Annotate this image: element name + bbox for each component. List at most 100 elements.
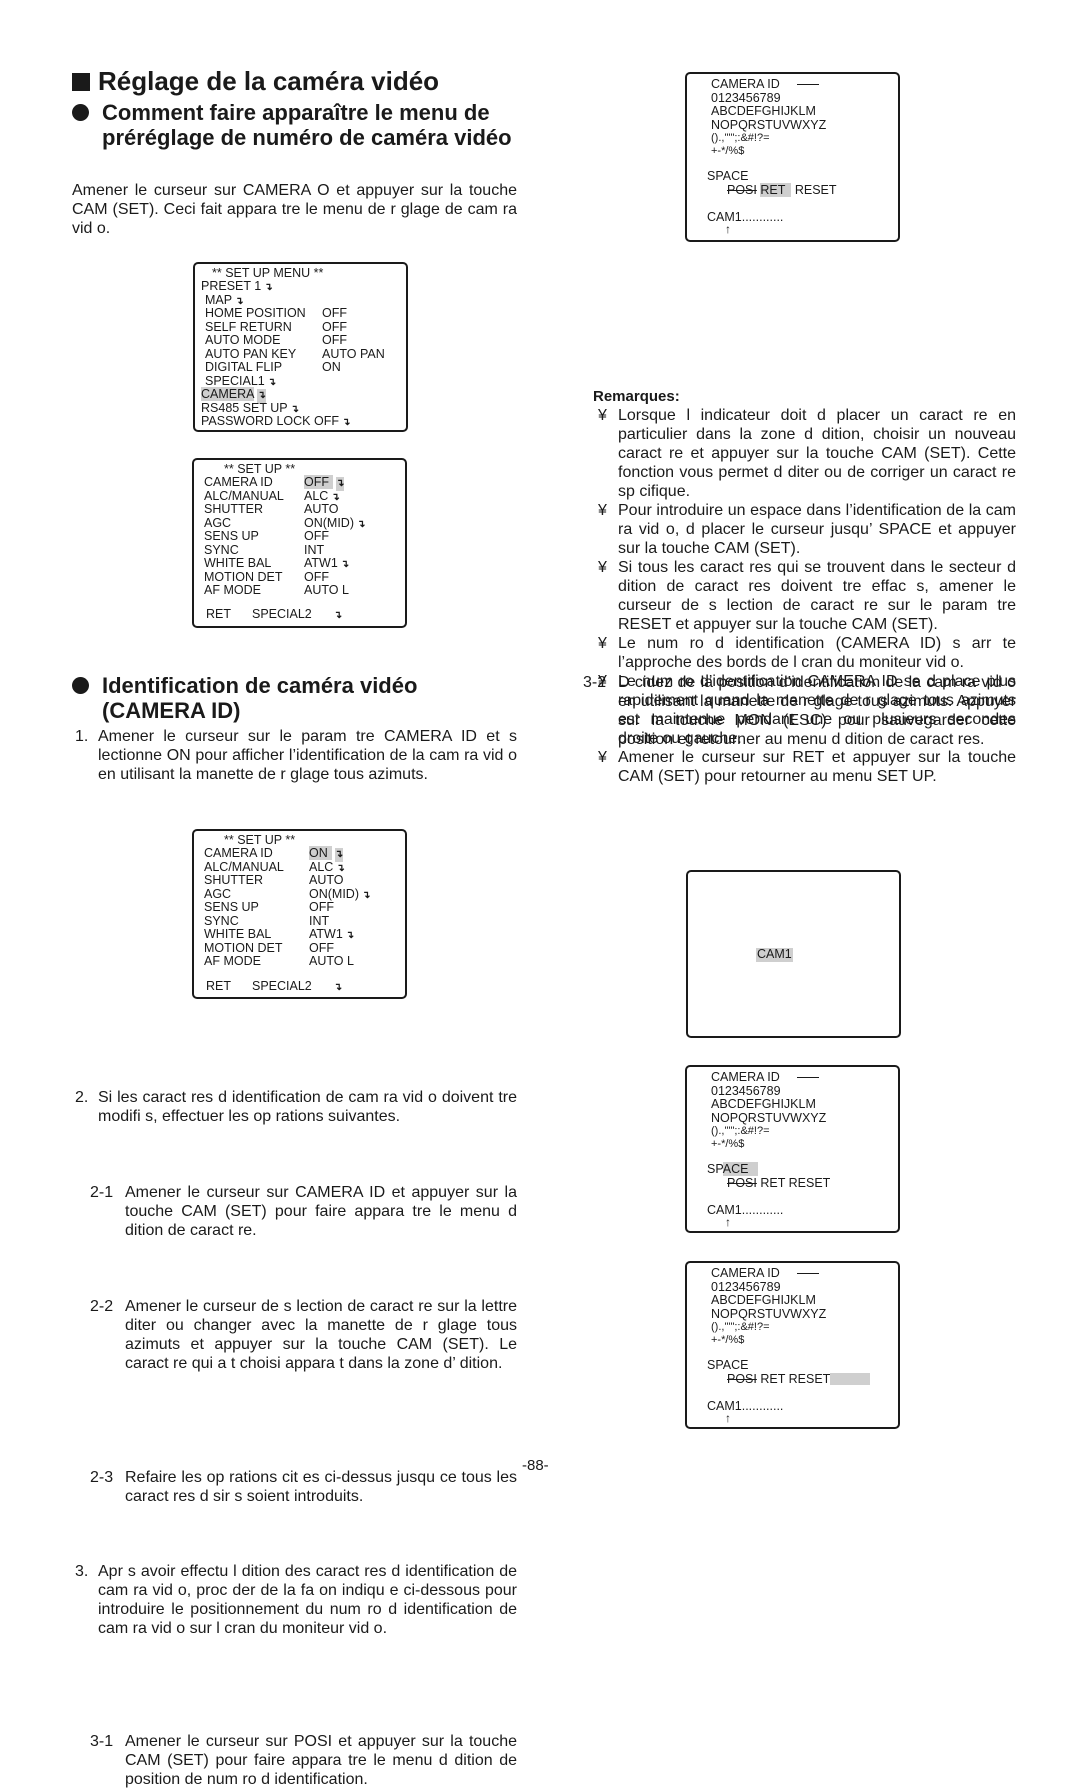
menu-item-label: SENS UP: [204, 900, 259, 914]
menu-item[interactable]: HOME POSITION: [205, 306, 306, 321]
character-row[interactable]: NOPQRSTUVWXYZ: [711, 1111, 826, 1126]
menu-item[interactable]: CAMERA ID: [204, 475, 273, 490]
reset-option[interactable]: RESET: [789, 1372, 831, 1386]
character-row[interactable]: ABCDEFGHIJKLM: [711, 1294, 816, 1308]
menu-item-value-text: ALC: [309, 859, 334, 874]
menu-item-value-text: ATW1: [309, 927, 343, 941]
submenu-arrow-icon: ↴: [345, 930, 355, 941]
step-2-3: 2-3 Refaire les op rations cit es ci-des…: [90, 1468, 517, 1506]
reset-option[interactable]: RESET: [789, 1176, 831, 1190]
menu-item[interactable]: AUTO MODE: [205, 333, 280, 348]
space-option[interactable]: SPACE: [707, 1358, 748, 1373]
character-row[interactable]: ().,'"";:&#!?=: [711, 132, 770, 146]
menu-item-label: AGC: [204, 886, 232, 901]
page-title: Réglage de la caméra vidéo: [72, 66, 439, 96]
menu-item-value: OFF: [309, 941, 334, 956]
menu-item-value-text: OFF: [304, 529, 329, 543]
remarks-list: ¥ Lorsque l indicateur doit d placer un c…: [598, 406, 1016, 786]
step-number: 3.: [75, 1563, 89, 1580]
menu-item-value: OFF: [322, 319, 347, 335]
character-row[interactable]: ABCDEFGHIJKLM: [711, 105, 816, 119]
menu-item[interactable]: CAMERA ID: [204, 846, 273, 861]
step-number: 1.: [75, 728, 89, 745]
menu-item[interactable]: AF MODE: [204, 954, 261, 969]
menu-item-label: PRESET 1: [201, 279, 262, 293]
step-text: Amener le curseur de s lection de caract…: [125, 1298, 517, 1372]
menu-item-value: OFF: [304, 529, 329, 544]
menu-item[interactable]: AGC: [204, 516, 231, 531]
menu-item-label: CAMERA ID: [204, 475, 273, 489]
menu-item[interactable]: ALC/MANUAL: [204, 859, 284, 875]
remark-bullet-icon: ¥: [598, 502, 607, 519]
menu-item[interactable]: SHUTTER: [204, 502, 264, 517]
menu-item-label: ALC/MANUAL: [204, 859, 284, 874]
menu-item-value-text: ON(MID): [309, 886, 359, 901]
menu-item[interactable]: WHITE BAL: [204, 927, 271, 942]
space-option[interactable]: SPACE: [707, 1162, 759, 1177]
character-row[interactable]: ().,'"";:&#!?=: [711, 1125, 770, 1139]
menu-item-label: SHUTTER: [204, 873, 264, 887]
menu-item-value-text: ON: [309, 846, 332, 860]
menu-item-label: SHUTTER: [204, 502, 264, 516]
menu-item[interactable]: MOTION DET: [204, 941, 282, 956]
character-row[interactable]: NOPQRSTUVWXYZ: [711, 118, 826, 133]
menu-item[interactable]: AGC: [204, 886, 232, 902]
step-text: Amener le curseur sur POSI et appuyer su…: [125, 1733, 517, 1788]
menu-item[interactable]: SENS UP: [204, 529, 259, 544]
submenu-arrow-icon: ↴: [267, 376, 277, 388]
camera-id-title: CAMERA ID: [711, 1266, 780, 1280]
menu-item[interactable]: SYNC: [204, 914, 239, 929]
step-number: 2-1: [90, 1184, 114, 1201]
section-heading-line1: Identification de caméra vidéo: [102, 673, 418, 698]
cam-label: CAM1: [756, 947, 793, 962]
step-number: 2-2: [90, 1298, 114, 1315]
menu-item[interactable]: PASSWORD LOCK OFF ↴: [201, 414, 350, 430]
space-text: SP: [707, 1162, 723, 1176]
posi-option[interactable]: POSI: [727, 1372, 757, 1386]
menu-item[interactable]: SHUTTER: [204, 873, 264, 888]
menu-item-value-text: INT: [304, 542, 325, 557]
menu-item-value: ON: [322, 360, 341, 375]
menu-item[interactable]: MOTION DET: [204, 570, 282, 585]
step-2-2: 2-2 Amener le curseur de s lection de ca…: [90, 1297, 517, 1373]
posi-option[interactable]: POSI: [727, 183, 757, 197]
menu-item-value: OFF: [322, 306, 347, 321]
menu-item-label: SYNC: [204, 542, 239, 557]
posi-option[interactable]: POSI: [727, 1176, 757, 1190]
character-row[interactable]: ABCDEFGHIJKLM: [711, 1098, 816, 1112]
menu-item-value-text: ATW1: [304, 556, 338, 570]
menu-item[interactable]: AF MODE: [204, 583, 261, 598]
reset-option[interactable]: RESET: [795, 183, 837, 197]
underline-indicator: [797, 84, 819, 85]
submenu-arrow-icon: ↴: [336, 477, 345, 491]
camera-id-value: CAM1............: [707, 1203, 784, 1217]
camera-id-title: CAMERA ID: [711, 77, 780, 91]
menu-item[interactable]: AUTO PAN KEY: [205, 347, 296, 362]
menu-item-label: AF MODE: [204, 954, 261, 968]
menu-item-label: CAMERA ID: [204, 846, 273, 860]
menu-item[interactable]: DIGITAL FLIP: [205, 360, 282, 375]
ret-option[interactable]: RET: [760, 1372, 785, 1386]
menu-item[interactable]: SENS UP: [204, 900, 259, 915]
section-heading-camera-id: Identification de caméra vidéo (CAMERA I…: [72, 673, 532, 723]
menu-item[interactable]: SELF RETURN: [205, 320, 292, 335]
remark-item: ¥ Le num ro d’identification CAMERA ID se…: [598, 672, 1016, 748]
remark-item: ¥ Le num ro d identification (CAMERA ID) …: [598, 634, 1016, 672]
square-bullet-icon: [72, 73, 90, 91]
menu-item-value-text: OFF: [322, 319, 347, 334]
menu-item[interactable]: WHITE BAL: [204, 556, 271, 571]
character-row[interactable]: +-*/%$: [711, 145, 744, 159]
space-option[interactable]: SPACE: [707, 169, 748, 184]
character-row[interactable]: +-*/%$: [711, 1138, 744, 1152]
character-row[interactable]: NOPQRSTUVWXYZ: [711, 1307, 826, 1322]
remark-bullet-icon: ¥: [598, 559, 607, 576]
character-row[interactable]: +-*/%$: [711, 1334, 744, 1348]
ret-option[interactable]: RET: [760, 1176, 785, 1190]
submenu-arrow-icon: ↴: [357, 518, 366, 530]
special2-label: SPECIAL2 ↴: [252, 607, 342, 623]
character-row[interactable]: ().,'"";:&#!?=: [711, 1321, 770, 1335]
menu-item[interactable]: ALC/MANUAL: [204, 489, 284, 504]
step-text: Apr s avoir effectu l dition des caract …: [98, 1563, 517, 1637]
ret-option[interactable]: RET: [760, 183, 792, 197]
menu-item[interactable]: SYNC: [204, 542, 239, 558]
